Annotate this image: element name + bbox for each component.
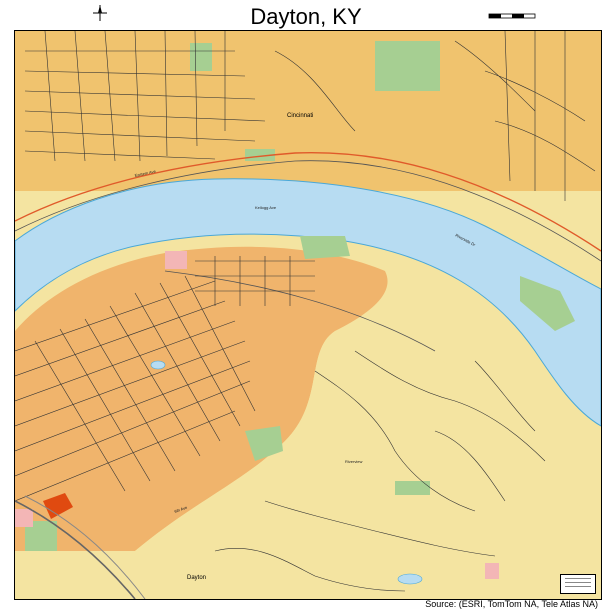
park-dayton-2 <box>300 236 350 259</box>
pond-south <box>397 573 423 585</box>
scale-bar <box>488 8 536 26</box>
place-label-dayton: Dayton <box>187 575 206 581</box>
park-small-1 <box>190 43 212 71</box>
map-canvas[interactable]: Cincinnati Dayton Riverside Dr Eastern A… <box>14 30 602 600</box>
pink-block-2 <box>15 509 33 527</box>
park-north <box>375 41 440 91</box>
north-urban-area <box>15 31 601 191</box>
pond <box>150 360 166 370</box>
road-label-riverview: Riverview <box>345 459 362 464</box>
north-arrow-icon <box>92 4 108 27</box>
park-south-2 <box>395 481 430 495</box>
place-label-cincinnati: Cincinnati <box>287 113 313 119</box>
pink-block-1 <box>165 251 187 269</box>
road-label-kellogg: Kellogg Ave <box>255 205 277 210</box>
pink-block-3 <box>485 563 499 579</box>
map-legend <box>560 574 596 594</box>
source-credit: Source: (ESRI, TomTom NA, Tele Atlas NA) <box>425 599 598 609</box>
